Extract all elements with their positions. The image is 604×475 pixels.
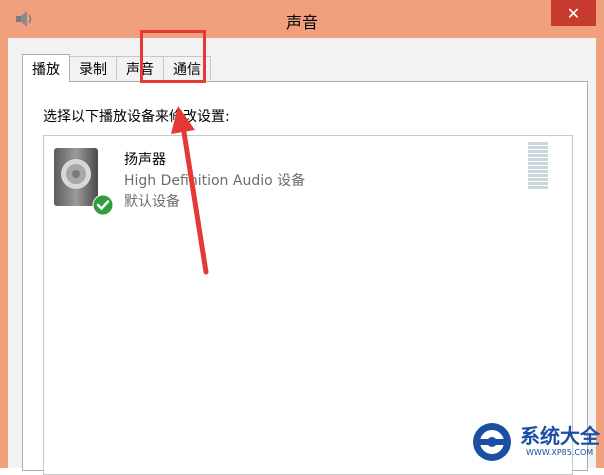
close-button[interactable]: ✕ (551, 0, 596, 26)
level-meter-segment (528, 142, 548, 145)
window-title: 声音 (285, 13, 318, 32)
level-meter-segment (528, 158, 548, 161)
close-icon: ✕ (566, 3, 581, 23)
watermark-brand: 系统大全 (520, 424, 600, 448)
tab-playback[interactable]: 播放 (22, 54, 70, 82)
level-meter-segment (528, 174, 548, 177)
level-meter-segment (528, 166, 548, 169)
volume-level-meter (528, 142, 548, 192)
level-meter-segment (528, 186, 548, 189)
level-meter-segment (528, 178, 548, 181)
level-meter-segment (528, 154, 548, 157)
annotation-highlight-box (140, 30, 206, 83)
checkmark-icon (92, 194, 114, 216)
level-meter-segment (528, 170, 548, 173)
level-meter-segment (528, 150, 548, 153)
level-meter-segment (528, 146, 548, 149)
level-meter-segment (528, 162, 548, 165)
annotation-arrow (171, 106, 209, 275)
watermark-logo-icon (473, 423, 511, 461)
title-bar[interactable]: 声音 ✕ (0, 0, 604, 38)
sound-dialog: 声音 ✕ 播放 录制 声音 通信 选择以下播放设备来修改设置: 扬声器 High… (0, 0, 604, 475)
tab-recording[interactable]: 录制 (69, 56, 117, 80)
site-watermark: 系统大全 WWW.XP85.COM (470, 420, 600, 464)
watermark-url: WWW.XP85.COM (526, 448, 594, 457)
device-name: 扬声器 (124, 152, 166, 168)
dialog-client-area: 播放 录制 声音 通信 选择以下播放设备来修改设置: 扬声器 High Defi… (8, 38, 596, 475)
level-meter-segment (528, 182, 548, 185)
playback-tab-panel: 选择以下播放设备来修改设置: 扬声器 High Definition Audio… (22, 81, 588, 475)
